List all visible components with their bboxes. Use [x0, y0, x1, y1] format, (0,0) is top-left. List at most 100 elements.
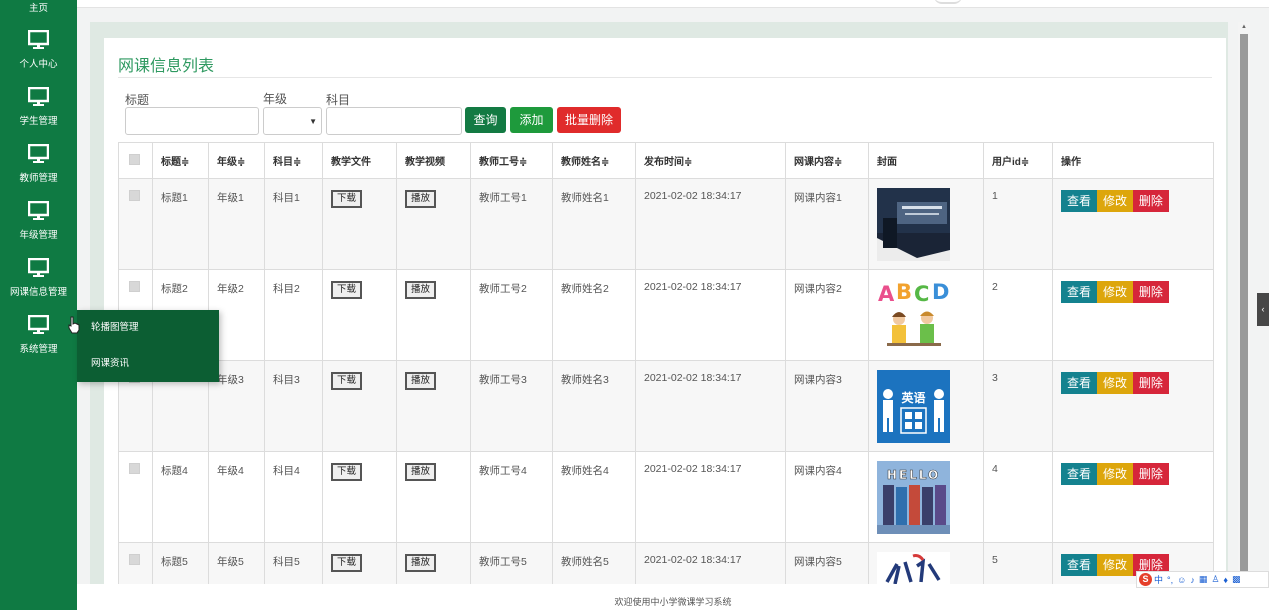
subject-filter-label: 科目 [326, 93, 351, 107]
emoji-icon[interactable]: ☺ [1177, 575, 1186, 585]
table-row: 标题5 年级5 科目5 下载 播放 教师工号5 教师姓名5 2021-02-02… [118, 542, 1214, 584]
microphone-icon[interactable]: ♪ [1190, 575, 1195, 585]
grid-icon[interactable]: ▩ [1232, 574, 1241, 585]
monitor-icon [28, 315, 49, 334]
column-header[interactable]: 科目≑ [264, 142, 323, 179]
play-button[interactable]: 播放 [405, 554, 437, 572]
monitor-icon [28, 144, 49, 163]
row-checkbox[interactable] [129, 190, 140, 201]
cell-user-id: 5 [983, 542, 1053, 584]
column-header[interactable]: 用户id≑ [983, 142, 1053, 179]
download-button[interactable]: 下载 [331, 372, 363, 390]
ime-mode[interactable]: 中 [1154, 573, 1163, 586]
main-panel: 网课信息列表 标题 年级 ▼ 科目 查询 添加 批量删除 标题≑ 年级≑ 科目≑… [104, 38, 1226, 584]
row-checkbox[interactable] [129, 463, 140, 474]
sidebar-item-teachers[interactable]: 教师管理 [0, 142, 77, 199]
edit-button[interactable]: 修改 [1096, 463, 1133, 485]
download-button[interactable]: 下载 [331, 190, 363, 208]
play-button[interactable]: 播放 [405, 463, 437, 481]
cell-content: 网课内容1 [785, 178, 869, 270]
column-header[interactable]: 年级≑ [208, 142, 265, 179]
chevron-left-icon[interactable]: ‹ [1257, 293, 1269, 326]
ime-logo-icon[interactable]: S [1139, 573, 1152, 586]
column-header[interactable]: 教师工号≑ [470, 142, 553, 179]
cell-teacher-id: 教师工号5 [470, 542, 553, 584]
system-submenu: 轮播图管理 网课资讯 [77, 310, 219, 382]
delete-button[interactable]: 删除 [1132, 281, 1169, 303]
sidebar-item-profile[interactable]: 个人中心 [0, 28, 77, 85]
footer: 欢迎使用中小学微课学习系统 [77, 584, 1269, 610]
ime-punctuation[interactable]: °, [1167, 575, 1173, 585]
submenu-item-news[interactable]: 网课资讯 [77, 346, 219, 382]
delete-button[interactable]: 删除 [1132, 372, 1169, 394]
select-all-checkbox-cell[interactable] [118, 142, 153, 179]
column-header[interactable]: 教师姓名≑ [552, 142, 636, 179]
ime-toolbar[interactable]: S 中 °, ☺ ♪ ▦ ♙ ♦ ▩ [1136, 571, 1269, 588]
cover-image: 英语 [877, 370, 950, 443]
delete-button[interactable]: 删除 [1132, 190, 1169, 212]
column-header: 教学视频 [396, 142, 471, 179]
row-checkbox[interactable] [129, 554, 140, 565]
column-header[interactable]: 发布时间≑ [635, 142, 786, 179]
column-header[interactable]: 网课内容≑ [785, 142, 869, 179]
cell-publish-time: 2021-02-02 18:34:17 [635, 542, 786, 584]
sidebar-item-system[interactable]: 系统管理 [0, 313, 77, 370]
scrollbar-thumb[interactable] [1240, 34, 1248, 580]
chevron-down-icon: ▼ [309, 117, 317, 126]
subject-filter-input[interactable] [326, 107, 462, 135]
sidebar-item-courses[interactable]: 网课信息管理 [0, 256, 77, 313]
cell-publish-time: 2021-02-02 18:34:17 [635, 360, 786, 452]
edit-button[interactable]: 修改 [1096, 190, 1133, 212]
grade-filter-select[interactable]: ▼ [263, 107, 322, 135]
column-header[interactable]: 标题≑ [152, 142, 209, 179]
scroll-up-icon[interactable]: ▲ [1241, 24, 1247, 30]
hand-cursor-icon [68, 316, 80, 334]
sidebar-item-home[interactable]: 主页 [0, 0, 77, 14]
sidebar-item-label: 教师管理 [19, 173, 58, 184]
skin-icon[interactable]: ♦ [1223, 575, 1228, 585]
grade-filter-label: 年级 [263, 92, 288, 106]
cell-grade: 年级1 [208, 178, 265, 270]
title-filter-input[interactable] [125, 107, 259, 135]
person-icon[interactable]: ♙ [1211, 574, 1219, 585]
sidebar-item-label: 年级管理 [19, 230, 58, 241]
play-button[interactable]: 播放 [405, 372, 437, 390]
cover-letter: A [878, 282, 895, 306]
view-button[interactable]: 查看 [1061, 554, 1098, 576]
cell-user-id: 3 [983, 360, 1053, 452]
view-button[interactable]: 查看 [1061, 372, 1098, 394]
cover-letter: B [896, 280, 912, 304]
add-button[interactable]: 添加 [510, 107, 553, 133]
sidebar-item-students[interactable]: 学生管理 [0, 85, 77, 142]
submenu-item-carousel[interactable]: 轮播图管理 [77, 310, 219, 346]
keyboard-icon[interactable]: ▦ [1199, 574, 1208, 585]
view-button[interactable]: 查看 [1061, 463, 1098, 485]
cell-teacher-name: 教师姓名3 [552, 360, 636, 452]
avatar[interactable] [934, 0, 962, 4]
download-button[interactable]: 下载 [331, 281, 363, 299]
download-button[interactable]: 下载 [331, 554, 363, 572]
play-button[interactable]: 播放 [405, 281, 437, 299]
table-row: 标题1 年级1 科目1 下载 播放 教师工号1 教师姓名1 2021-02-02… [118, 178, 1214, 270]
edit-button[interactable]: 修改 [1096, 554, 1133, 576]
row-checkbox[interactable] [129, 281, 140, 292]
edit-button[interactable]: 修改 [1096, 281, 1133, 303]
top-bar [77, 0, 1269, 8]
sidebar-item-grades[interactable]: 年级管理 [0, 199, 77, 256]
batch-delete-button[interactable]: 批量删除 [557, 107, 621, 133]
sidebar-item-label: 网课信息管理 [9, 287, 67, 298]
play-button[interactable]: 播放 [405, 190, 437, 208]
cell-title: 标题5 [152, 542, 209, 584]
view-button[interactable]: 查看 [1061, 281, 1098, 303]
table-header-row: 标题≑ 年级≑ 科目≑ 教学文件 教学视频 教师工号≑ 教师姓名≑ 发布时间≑ … [118, 142, 1214, 179]
cell-publish-time: 2021-02-02 18:34:17 [635, 451, 786, 543]
view-button[interactable]: 查看 [1061, 190, 1098, 212]
edit-button[interactable]: 修改 [1096, 372, 1133, 394]
column-header: 封面 [868, 142, 984, 179]
select-all-checkbox[interactable] [129, 153, 140, 165]
download-button[interactable]: 下载 [331, 463, 363, 481]
query-button[interactable]: 查询 [465, 107, 506, 133]
title-filter-label: 标题 [125, 93, 150, 107]
sidebar-item-label: 个人中心 [19, 59, 58, 70]
delete-button[interactable]: 删除 [1132, 463, 1169, 485]
